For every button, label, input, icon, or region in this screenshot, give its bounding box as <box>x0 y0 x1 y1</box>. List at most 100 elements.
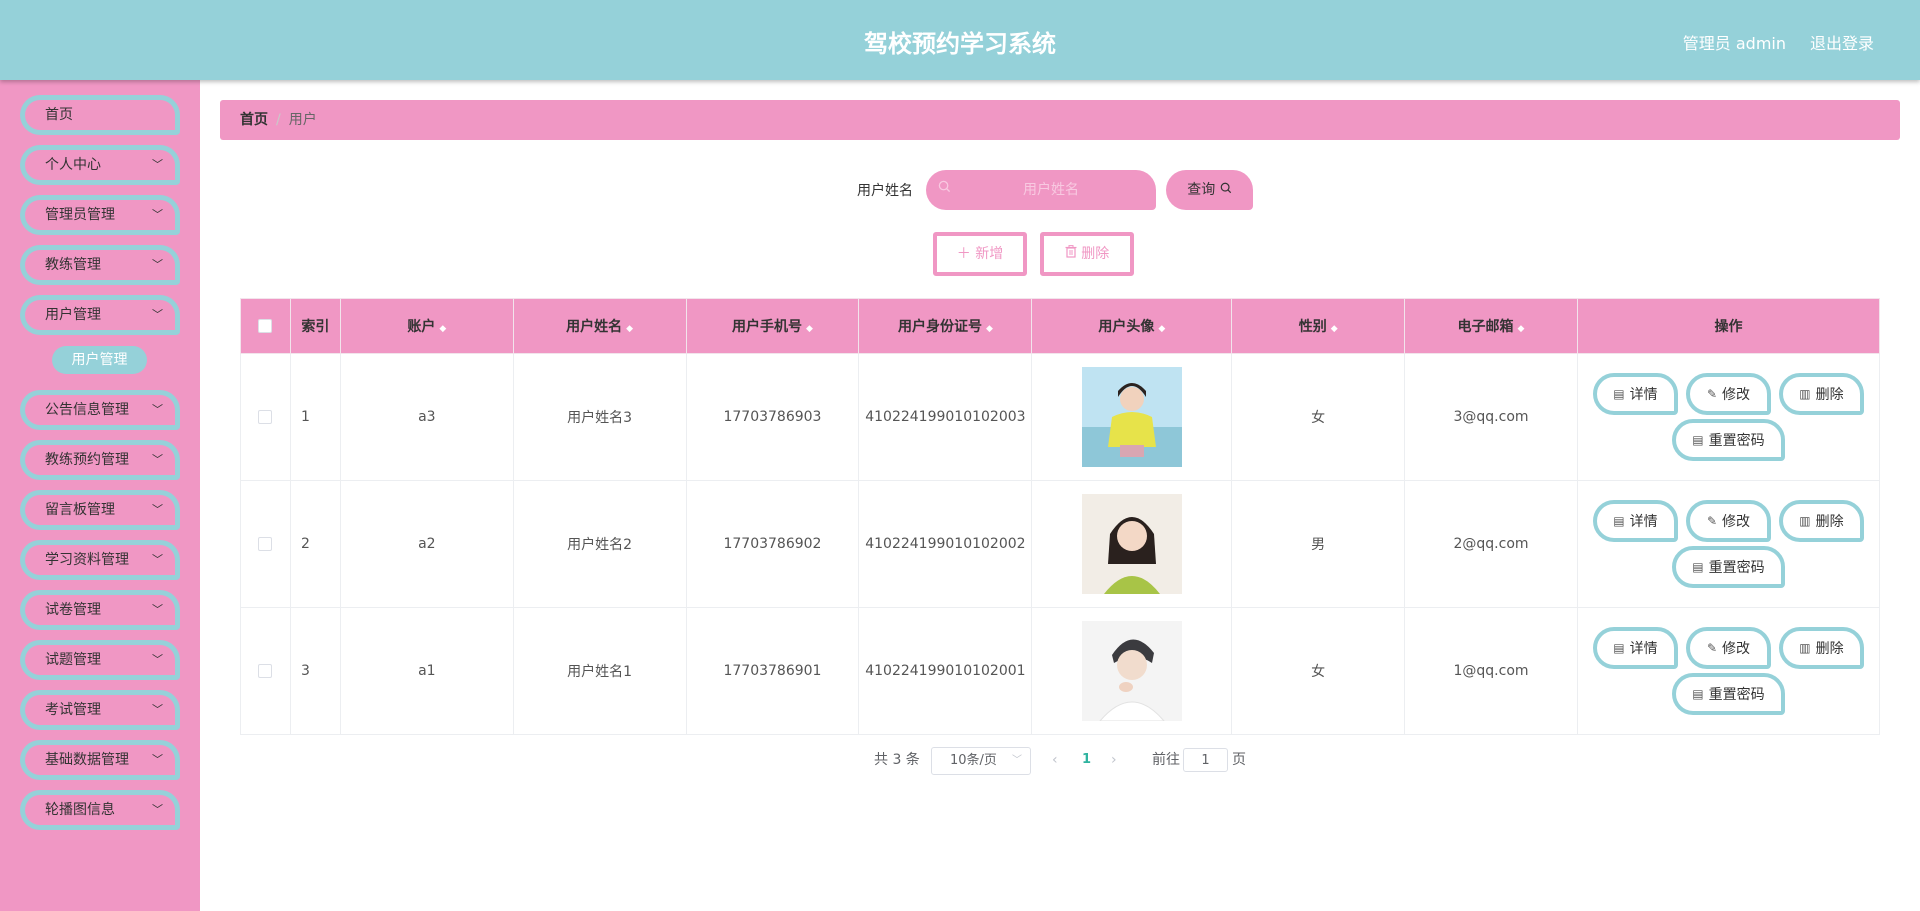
cell-id-card: 410224199010102003 <box>858 353 1033 481</box>
reset-password-button[interactable]: ▤ 重置密码 <box>1671 673 1785 715</box>
cell-account: a2 <box>339 480 514 608</box>
sort-icon[interactable]: ◆ <box>1158 324 1165 334</box>
row-select-cell <box>240 480 291 608</box>
cell-avatar <box>1031 607 1233 735</box>
sort-icon[interactable]: ◆ <box>626 324 633 334</box>
logout-link[interactable]: 退出登录 <box>1810 30 1874 54</box>
reset-password-button-label: 重置密码 <box>1708 687 1765 703</box>
sidebar-item-label: 学习资料管理 <box>45 552 129 568</box>
cell-phone: 17703786902 <box>685 480 860 608</box>
goto-suffix-label: 页 <box>1232 752 1246 768</box>
column-header-phone[interactable]: 用户手机号 ◆ <box>685 298 860 354</box>
cell-gender: 女 <box>1231 353 1406 481</box>
cell-phone: 17703786903 <box>685 353 860 481</box>
top-header: 驾校预约学习系统 管理员 admin 退出登录 <box>0 0 1920 80</box>
page-size-select[interactable]: 10条/页 ﹀ <box>931 747 1031 775</box>
cell-name: 用户姓名1 <box>512 607 687 735</box>
cell-email: 3@qq.com <box>1404 353 1578 481</box>
prev-page-button[interactable]: ‹ <box>1052 746 1058 774</box>
sidebar-item-paper-management[interactable]: 试卷管理 ﹀ <box>20 590 180 630</box>
chevron-down-icon: ﹀ <box>152 403 163 416</box>
row-checkbox[interactable] <box>258 537 273 551</box>
cell-email: 1@qq.com <box>1404 607 1578 735</box>
sidebar-item-coach-management[interactable]: 教练管理 ﹀ <box>20 245 180 285</box>
column-header-label: 电子邮箱 <box>1457 319 1514 335</box>
document-icon: ▤ <box>1613 387 1625 401</box>
query-button[interactable]: 查询 <box>1166 170 1253 210</box>
sidebar-item-message-board-management[interactable]: 留言板管理 ﹀ <box>20 490 180 530</box>
column-header-id-card[interactable]: 用户身份证号 ◆ <box>858 298 1033 354</box>
sidebar-item-label: 教练预约管理 <box>45 452 129 468</box>
sort-icon[interactable]: ◆ <box>806 324 813 334</box>
select-all-checkbox[interactable] <box>258 319 273 333</box>
sidebar-item-label: 基础数据管理 <box>45 752 129 768</box>
sidebar-item-user-management[interactable]: 用户管理 ﹀ <box>20 295 180 335</box>
edit-button-label: 修改 <box>1722 641 1750 657</box>
user-avatar-image[interactable] <box>1081 494 1182 594</box>
sidebar-item-home[interactable]: 首页 <box>20 95 180 135</box>
column-header-gender[interactable]: 性别 ◆ <box>1231 298 1406 354</box>
sort-icon[interactable]: ◆ <box>1331 324 1338 334</box>
breadcrumb-home[interactable]: 首页 <box>240 112 268 128</box>
sidebar-item-announcement-management[interactable]: 公告信息管理 ﹀ <box>20 390 180 430</box>
detail-button[interactable]: ▤ 详情 <box>1592 627 1678 669</box>
trash-icon <box>1065 245 1077 262</box>
sidebar-item-exam-management[interactable]: 考试管理 ﹀ <box>20 690 180 730</box>
column-header-avatar[interactable]: 用户头像 ◆ <box>1031 298 1233 354</box>
row-checkbox[interactable] <box>258 410 273 424</box>
row-checkbox[interactable] <box>258 664 273 678</box>
user-avatar-image[interactable] <box>1081 621 1182 721</box>
search-input[interactable] <box>956 170 1146 210</box>
sidebar-item-label: 用户管理 <box>45 307 101 323</box>
sidebar-item-label: 教练管理 <box>45 257 101 273</box>
edit-button[interactable]: ✎ 修改 <box>1685 627 1771 669</box>
page-number-1[interactable]: 1 <box>1082 746 1091 774</box>
sidebar-item-label: 试题管理 <box>45 652 101 668</box>
detail-button-label: 详情 <box>1629 387 1658 403</box>
chevron-up-icon: ﹀ <box>152 308 163 321</box>
delete-button[interactable]: ▥ 删除 <box>1778 373 1864 415</box>
chevron-down-icon: ﹀ <box>152 453 163 466</box>
cell-index: 1 <box>289 353 341 481</box>
cell-name: 用户姓名2 <box>512 480 687 608</box>
edit-button-label: 修改 <box>1722 514 1750 530</box>
sidebar-subitem-user-management[interactable]: 用户管理 <box>52 346 147 374</box>
document-icon: ▤ <box>1692 433 1704 447</box>
trash-icon: ▥ <box>1799 514 1811 528</box>
delete-button[interactable]: ▥ 删除 <box>1778 500 1864 542</box>
sort-icon[interactable]: ◆ <box>439 324 446 334</box>
sidebar-item-coach-booking-management[interactable]: 教练预约管理 ﹀ <box>20 440 180 480</box>
bulk-delete-button[interactable]: 删除 <box>1040 232 1134 276</box>
column-header-name[interactable]: 用户姓名 ◆ <box>512 298 687 354</box>
sidebar-item-question-management[interactable]: 试题管理 ﹀ <box>20 640 180 680</box>
chevron-down-icon: ﹀ <box>152 503 163 516</box>
goto-page-input[interactable] <box>1183 748 1228 772</box>
detail-button[interactable]: ▤ 详情 <box>1592 373 1678 415</box>
edit-button[interactable]: ✎ 修改 <box>1685 373 1771 415</box>
action-row: ▤ 重置密码 <box>1578 417 1879 463</box>
pencil-icon: ✎ <box>1706 514 1717 528</box>
sidebar-item-admin-management[interactable]: 管理员管理 ﹀ <box>20 195 180 235</box>
column-header-label: 用户手机号 <box>732 319 802 335</box>
column-header-label: 用户头像 <box>1098 319 1155 335</box>
reset-password-button[interactable]: ▤ 重置密码 <box>1671 419 1785 461</box>
reset-password-button[interactable]: ▤ 重置密码 <box>1671 546 1785 588</box>
user-avatar-image[interactable] <box>1081 367 1182 467</box>
column-header-email[interactable]: 电子邮箱 ◆ <box>1404 298 1578 354</box>
chevron-down-icon: ﹀ <box>152 603 163 616</box>
detail-button[interactable]: ▤ 详情 <box>1592 500 1678 542</box>
column-header-account[interactable]: 账户 ◆ <box>339 298 514 354</box>
sort-icon[interactable]: ◆ <box>1518 324 1525 334</box>
table-row: 2 a2 用户姓名2 17703786902 41022419901010200… <box>240 480 1881 608</box>
delete-button[interactable]: ▥ 删除 <box>1778 627 1864 669</box>
sort-icon[interactable]: ◆ <box>986 324 993 334</box>
sidebar-item-personal-center[interactable]: 个人中心 ﹀ <box>20 145 180 185</box>
sidebar-item-basic-data-management[interactable]: 基础数据管理 ﹀ <box>20 740 180 780</box>
column-header-label: 用户身份证号 <box>897 319 982 335</box>
add-button-label: 新增 <box>975 246 1004 262</box>
edit-button[interactable]: ✎ 修改 <box>1685 500 1771 542</box>
sidebar-item-study-material-management[interactable]: 学习资料管理 ﹀ <box>20 540 180 580</box>
next-page-button[interactable]: › <box>1111 746 1117 774</box>
sidebar-item-carousel-info[interactable]: 轮播图信息 ﹀ <box>20 790 180 830</box>
add-button[interactable]: ＋ 新增 <box>933 232 1027 276</box>
